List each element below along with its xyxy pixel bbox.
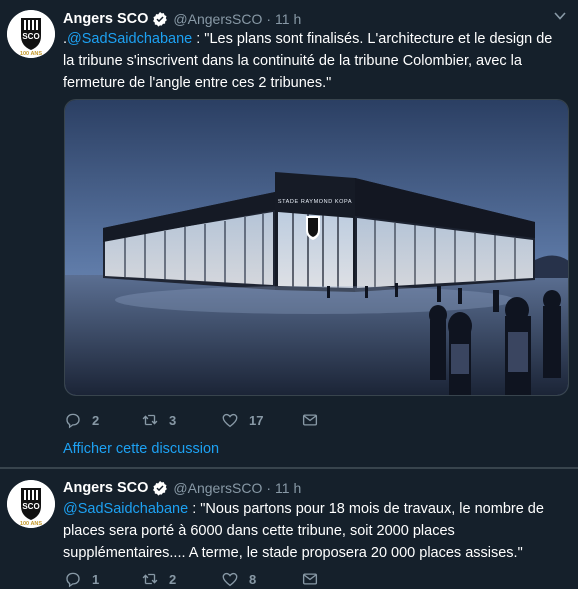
verified-badge-icon xyxy=(153,481,168,496)
heart-icon xyxy=(222,572,238,587)
envelope-icon xyxy=(302,573,318,585)
direct-message-button[interactable] xyxy=(301,411,381,429)
reply-button[interactable]: 2 xyxy=(64,411,141,429)
timestamp[interactable]: 11 h xyxy=(275,11,301,27)
like-button[interactable]: 17 xyxy=(221,411,301,429)
club-crest-icon: SCO 100 ANS xyxy=(7,10,55,58)
reply-count: 2 xyxy=(92,412,100,428)
show-thread-link[interactable]: Afficher cette discussion xyxy=(63,441,219,457)
tweet[interactable]: SCO 100 ANS Angers SCO @AngersSCO · 11 h… xyxy=(0,469,578,589)
tweet-text: @SadSaidchabane : "Nous partons pour 18 … xyxy=(63,498,563,564)
avatar[interactable]: SCO 100 ANS xyxy=(7,480,55,528)
reply-icon xyxy=(66,413,80,429)
mention-link[interactable]: @SadSaidchabane xyxy=(63,501,188,517)
envelope-icon xyxy=(302,414,318,426)
svg-text:SCO: SCO xyxy=(22,32,39,41)
retweet-icon xyxy=(142,414,158,426)
author-handle[interactable]: @AngersSCO xyxy=(173,480,262,496)
club-crest-icon: SCO 100 ANS xyxy=(7,480,55,528)
like-count: 17 xyxy=(249,412,264,428)
reply-button[interactable]: 1 xyxy=(64,570,141,588)
tweet-text: .@SadSaidchabane : "Les plans sont final… xyxy=(63,28,563,94)
author-name[interactable]: Angers SCO xyxy=(63,11,148,27)
verified-badge-icon xyxy=(153,12,168,27)
chevron-down-icon[interactable] xyxy=(554,12,566,20)
author-handle[interactable]: @AngersSCO xyxy=(173,11,262,27)
stadium-rendering-image: STADE RAYMOND KOPA xyxy=(65,100,568,395)
svg-text:SCO: SCO xyxy=(22,502,39,511)
timestamp[interactable]: 11 h xyxy=(275,480,301,496)
heart-icon xyxy=(222,413,238,428)
retweet-count: 2 xyxy=(169,571,177,587)
separator-dot: · xyxy=(266,11,272,27)
retweet-button[interactable]: 3 xyxy=(141,411,221,429)
svg-text:100 ANS: 100 ANS xyxy=(20,521,42,527)
separator-dot: · xyxy=(266,480,272,496)
reply-count: 1 xyxy=(92,571,100,587)
svg-text:100 ANS: 100 ANS xyxy=(20,51,42,57)
tweet-header: Angers SCO @AngersSCO · 11 h xyxy=(63,478,301,498)
retweet-button[interactable]: 2 xyxy=(141,570,221,588)
tweet[interactable]: SCO 100 ANS Angers SCO @AngersSCO · 11 h… xyxy=(0,0,578,468)
like-button[interactable]: 8 xyxy=(221,570,301,588)
like-count: 8 xyxy=(249,571,257,587)
tweet-actions: 2 3 17 xyxy=(64,410,381,430)
author-name[interactable]: Angers SCO xyxy=(63,480,148,496)
mention-link[interactable]: @SadSaidchabane xyxy=(67,31,192,47)
tweet-header: Angers SCO @AngersSCO · 11 h xyxy=(63,9,301,29)
direct-message-button[interactable] xyxy=(301,570,381,588)
stadium-sign: STADE RAYMOND KOPA xyxy=(278,199,352,205)
avatar[interactable]: SCO 100 ANS xyxy=(7,10,55,58)
reply-icon xyxy=(66,572,80,588)
tweet-image[interactable]: STADE RAYMOND KOPA xyxy=(64,99,569,396)
tweet-actions: 1 2 8 xyxy=(64,569,381,589)
retweet-count: 3 xyxy=(169,412,177,428)
retweet-icon xyxy=(142,573,158,585)
